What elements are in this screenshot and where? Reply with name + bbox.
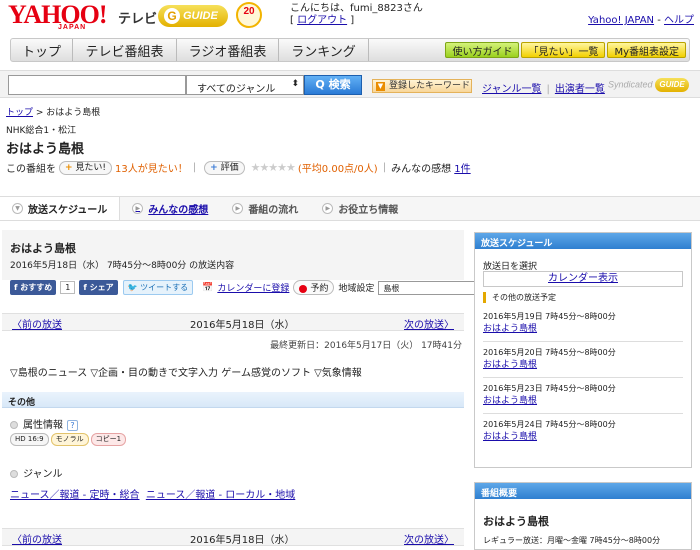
genre-label: ジャンル bbox=[10, 465, 63, 480]
search-links: ジャンル一覧 | 出演者一覧 bbox=[482, 84, 605, 95]
keyword-button[interactable]: ▼ 登録したキーワード bbox=[372, 79, 472, 93]
dropdown-icon: ▼ bbox=[376, 82, 385, 91]
genre-list-link[interactable]: ジャンル一覧 bbox=[482, 84, 542, 95]
broadcast-nav-bottom: 〈前の放送 2016年5月18日（水） 次の放送〉 bbox=[2, 528, 464, 546]
calendar-register-link[interactable]: カレンダーに登録 bbox=[217, 281, 289, 294]
attr-label: 属性情報? bbox=[10, 416, 78, 431]
schedule-row: 2016年5月20日 7時45分～8時00分 おはよう島根 bbox=[483, 348, 616, 371]
nav-tab-tv[interactable]: テレビ番組表 bbox=[73, 39, 177, 61]
gguide-logo[interactable]: G GUIDE bbox=[158, 5, 228, 27]
bullet-icon bbox=[10, 421, 18, 429]
prev-broadcast-link[interactable]: 〈前の放送 bbox=[12, 316, 62, 331]
prev-broadcast-link[interactable]: 〈前の放送 bbox=[12, 531, 62, 546]
next-broadcast-link[interactable]: 次の放送〉 bbox=[404, 531, 454, 546]
fb-share-button[interactable]: f シェア bbox=[79, 280, 118, 295]
nav-tab-radio[interactable]: ラジオ番組表 bbox=[177, 39, 279, 61]
tab-impressions[interactable]: ▶ みんなの感想 bbox=[120, 197, 220, 220]
chevron-right-icon: ▶ bbox=[232, 203, 244, 214]
star-rating: ★★★★★ bbox=[250, 161, 296, 174]
tag-copy: コピー1 bbox=[90, 433, 127, 446]
mitai-list-button[interactable]: 「見たい」一覧 bbox=[521, 42, 606, 58]
breadcrumb-top[interactable]: トップ bbox=[6, 108, 33, 118]
calendar-button[interactable]: カレンダー表示 bbox=[483, 271, 683, 287]
tab-flow[interactable]: ▶ 番組の流れ bbox=[220, 197, 310, 220]
schedule-row-link[interactable]: おはよう島根 bbox=[483, 359, 616, 371]
last-update: 最終更新日：2016年5月17日（火） 17時41分 bbox=[270, 341, 462, 351]
yahoo-logo-japan: JAPAN bbox=[58, 24, 87, 31]
schedule-row-link[interactable]: おはよう島根 bbox=[483, 395, 616, 407]
genre-link-local[interactable]: ニュース／報道 - ローカル・地域 bbox=[146, 490, 295, 501]
mitai-button[interactable]: + 見たい! bbox=[59, 160, 113, 175]
overview-sidebar-header: 番組概要 bbox=[475, 483, 691, 499]
anniversary-badge: 20 bbox=[236, 2, 262, 28]
gguide-text: GUIDE bbox=[183, 10, 218, 22]
bullet-icon bbox=[10, 470, 18, 478]
main-title: おはよう島根 bbox=[10, 242, 76, 255]
broadcast-nav-top: 〈前の放送 2016年5月18日（水） 次の放送〉 bbox=[2, 313, 464, 331]
regular-broadcast: レギュラー放送：月曜～金曜 7時45分～8時00分 bbox=[483, 536, 661, 545]
chevron-right-icon: ▶ bbox=[322, 203, 334, 214]
schedule-row-link[interactable]: おはよう島根 bbox=[483, 431, 616, 443]
tv-label: テレビ bbox=[118, 12, 158, 27]
calendar-icon: 📅 bbox=[202, 282, 214, 293]
search-button[interactable]: Q 検索 bbox=[304, 75, 362, 95]
logout-link[interactable]: ログアウト bbox=[297, 15, 347, 26]
tab-info[interactable]: ▶ お役立ち情報 bbox=[310, 197, 410, 220]
schedule-row: 2016年5月19日 7時45分～8時00分 おはよう島根 bbox=[483, 312, 616, 335]
greeting: こんにちは、fumi_8823さん [ ログアウト ] bbox=[290, 3, 423, 26]
schedule-row: 2016年5月24日 7時45分～8時00分 おはよう島根 bbox=[483, 420, 616, 443]
divider bbox=[483, 377, 683, 378]
overview-sidebar: 番組概要 おはよう島根 レギュラー放送：月曜～金曜 7時45分～8時00分 bbox=[474, 482, 692, 550]
genre-select[interactable]: すべてのジャンル ⬍ bbox=[186, 75, 304, 95]
top-links: Yahoo! JAPAN - ヘルプ bbox=[588, 15, 694, 26]
help-link[interactable]: ヘルプ bbox=[664, 15, 694, 26]
performers-link[interactable]: 出演者一覧 bbox=[555, 84, 605, 95]
tab-schedule[interactable]: ▼ 放送スケジュール bbox=[0, 197, 121, 220]
tag-hd: HD 16:9 bbox=[10, 433, 49, 446]
genre-links: ニュース／報道 - 定時・総合 ニュース／報道 - ローカル・地域 bbox=[10, 486, 295, 501]
nav-tab-top[interactable]: トップ bbox=[11, 39, 73, 61]
chevron-down-icon: ▼ bbox=[12, 203, 23, 214]
main-nav: トップ テレビ番組表 ラジオ番組表 ランキング 使い方ガイド 「見たい」一覧 M… bbox=[10, 38, 690, 62]
next-broadcast-link[interactable]: 次の放送〉 bbox=[404, 316, 454, 331]
help-icon[interactable]: ? bbox=[67, 420, 78, 431]
divider bbox=[483, 341, 683, 342]
fb-count: 1 bbox=[60, 281, 76, 294]
reserve-button[interactable]: 予約 bbox=[293, 280, 335, 295]
station-name: NHK総合1・松江 bbox=[6, 126, 77, 136]
other-schedule-label: その他の放送予定 bbox=[483, 292, 683, 303]
program-meta: この番組を + 見たい! 13人が見たい！ | + 評価 ★★★★★ (平均0.… bbox=[6, 160, 471, 175]
record-icon bbox=[299, 284, 308, 293]
divider bbox=[483, 413, 683, 414]
program-tabs: ▼ 放送スケジュール ▶ みんなの感想 ▶ 番組の流れ ▶ お役立ち情報 bbox=[0, 196, 700, 221]
impressions-count-link[interactable]: 1件 bbox=[454, 160, 470, 175]
tag-mono: モノラル bbox=[50, 433, 89, 446]
overview-title: おはよう島根 bbox=[483, 515, 549, 528]
select-arrow-icon: ⬍ bbox=[291, 79, 299, 89]
breadcrumb: トップ > おはよう島根 bbox=[6, 108, 101, 118]
syndicated-logo: Syndicated GUIDE bbox=[608, 78, 690, 92]
my-settings-button[interactable]: My番組表設定 bbox=[607, 42, 686, 58]
schedule-sidebar-header: 放送スケジュール bbox=[475, 233, 691, 249]
other-section-header: その他 bbox=[2, 392, 464, 408]
search-input[interactable] bbox=[8, 75, 186, 95]
rating-button[interactable]: + 評価 bbox=[204, 160, 245, 175]
chevron-right-icon: ▶ bbox=[132, 203, 144, 214]
tweet-button[interactable]: 🐦 ツイートする bbox=[122, 280, 194, 295]
fb-recommend-button[interactable]: f おすすめ bbox=[10, 280, 57, 295]
program-content: ▽島根のニュース ▽企画・目の動きで文字入力 ゲーム感覚のソフト ▽気象情報 bbox=[10, 368, 362, 379]
genre-link-general[interactable]: ニュース／報道 - 定時・総合 bbox=[10, 490, 139, 501]
schedule-row: 2016年5月23日 7時45分～8時00分 おはよう島根 bbox=[483, 384, 616, 407]
gguide-g-icon: G bbox=[164, 8, 180, 24]
region-select[interactable]: 島根⬍ bbox=[378, 280, 489, 295]
attr-tags: HD 16:9 モノラル コピー1 bbox=[10, 433, 128, 446]
broadcast-date: 2016年5月18日（水） 7時45分～8時00分 の放送内容 bbox=[10, 261, 235, 271]
yahoo-japan-link[interactable]: Yahoo! JAPAN bbox=[588, 15, 654, 26]
share-row: f おすすめ 1 f シェア 🐦 ツイートする 📅 カレンダーに登録 予約 地域設… bbox=[10, 280, 489, 295]
schedule-sidebar: 放送スケジュール 放送日を選択 カレンダー表示 その他の放送予定 2016年5月… bbox=[474, 232, 692, 468]
page-title: おはよう島根 bbox=[6, 142, 85, 157]
nav-tab-ranking[interactable]: ランキング bbox=[279, 39, 369, 61]
usage-guide-button[interactable]: 使い方ガイド bbox=[445, 42, 520, 58]
schedule-row-link[interactable]: おはよう島根 bbox=[483, 323, 616, 335]
